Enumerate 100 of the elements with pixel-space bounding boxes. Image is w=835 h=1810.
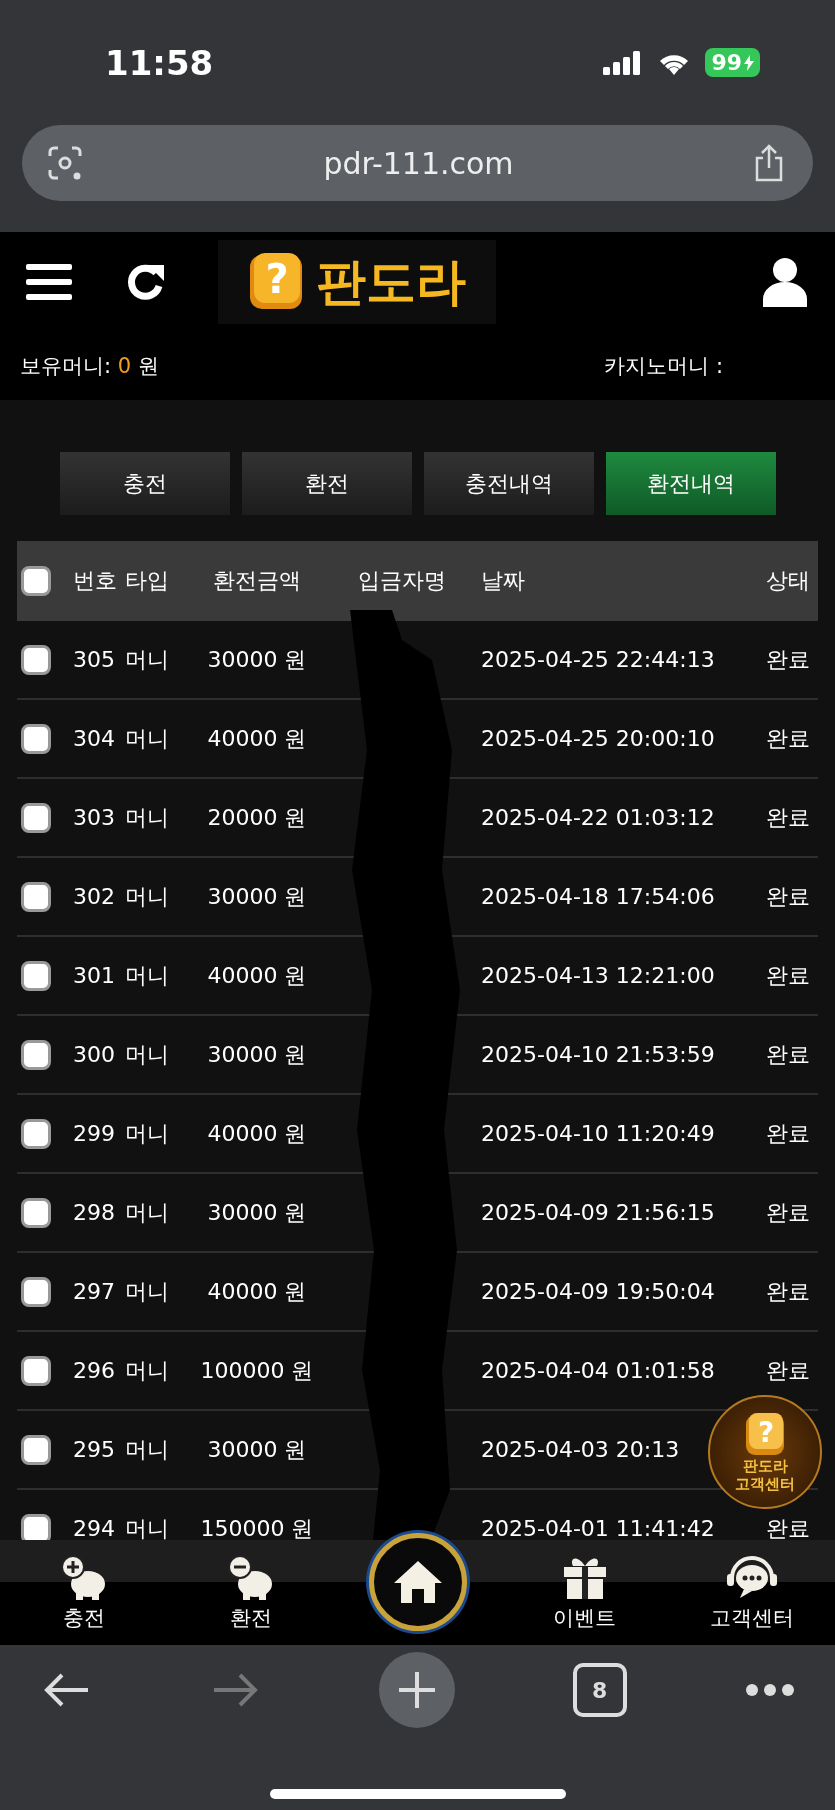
tab[interactable]: 환전내역 xyxy=(606,452,776,515)
battery-indicator: 99 xyxy=(705,48,760,77)
address-bar[interactable]: pdr-111.com xyxy=(22,125,813,201)
table-cell-text: 294 xyxy=(73,1516,116,1540)
nav-item[interactable]: 충전 xyxy=(0,1553,167,1632)
table-cell-text: 머니 xyxy=(125,1040,170,1069)
table-cell-text: 305 xyxy=(73,647,116,672)
table-cell-text: 303 xyxy=(73,805,116,830)
table-cell-text: 100000 원 xyxy=(199,1356,315,1385)
nav-item[interactable]: 이벤트 xyxy=(501,1553,668,1632)
row-checkbox[interactable] xyxy=(21,960,51,991)
headset-chat-icon xyxy=(725,1553,778,1600)
share-icon[interactable] xyxy=(753,144,785,182)
table-cell-text: 완료 xyxy=(765,645,810,674)
table-cell-text: 301 xyxy=(73,963,116,988)
menu-icon[interactable] xyxy=(26,262,72,302)
table-cell-text: 2025-04-25 22:44:13 xyxy=(480,647,716,672)
row-checkbox[interactable] xyxy=(21,802,51,833)
table-cell-text: 완료 xyxy=(765,1514,810,1540)
table-cell-text: 완료 xyxy=(765,1119,810,1148)
table-cell-text: 298 xyxy=(73,1200,116,1225)
more-icon[interactable] xyxy=(745,1683,795,1697)
table-cell-text: 머니 xyxy=(125,882,170,911)
nav-item[interactable]: 환전 xyxy=(167,1553,334,1632)
column-header: 환전금액 xyxy=(212,567,302,595)
column-header: 날짜 xyxy=(480,567,526,595)
casino-money-label: 카지노머니 : xyxy=(604,353,723,380)
row-checkbox[interactable] xyxy=(21,1039,51,1070)
row-checkbox[interactable] xyxy=(21,1355,51,1386)
column-header: 타입 xyxy=(125,567,170,595)
tab[interactable]: 충전내역 xyxy=(424,452,594,515)
table-cell-text: 머니 xyxy=(125,961,170,990)
row-checkbox[interactable] xyxy=(21,723,51,754)
table-cell-text: 머니 xyxy=(125,1198,170,1227)
table-cell-text: 2025-04-09 21:56:15 xyxy=(480,1200,716,1225)
customer-center-button[interactable]: ? 판도라 고객센터 xyxy=(708,1395,822,1509)
table-cell-text: 머니 xyxy=(125,1514,170,1540)
table-cell-text: 완료 xyxy=(765,882,810,911)
table-cell-text: 완료 xyxy=(765,1277,810,1306)
column-header: 번호 xyxy=(73,567,118,595)
status-time: 11:58 xyxy=(105,42,214,83)
table-cell-text: 머니 xyxy=(125,1356,170,1385)
table-cell-text: 머니 xyxy=(125,803,170,832)
user-icon[interactable] xyxy=(761,257,809,307)
row-checkbox[interactable] xyxy=(21,1197,51,1228)
tab-count-button[interactable]: 8 xyxy=(572,1663,627,1717)
table-cell-text: 30000 원 xyxy=(206,645,308,674)
table-cell-text: 30000 원 xyxy=(206,882,308,911)
table-cell-text: 2025-04-04 01:01:58 xyxy=(480,1358,716,1383)
camera-search-icon[interactable] xyxy=(46,144,84,182)
column-header: 입금자명 xyxy=(357,567,447,595)
row-checkbox[interactable] xyxy=(21,1513,51,1540)
table-cell-text: 40000 원 xyxy=(206,724,308,753)
table-cell-text: 완료 xyxy=(765,1040,810,1069)
table-cell-text: 완료 xyxy=(765,803,810,832)
plus-icon xyxy=(396,1670,437,1710)
table-cell-text: 40000 원 xyxy=(206,961,308,990)
table-cell-text: 완료 xyxy=(765,961,810,990)
balance-text: 보유머니: 0 원 xyxy=(20,353,159,380)
table-cell-text: 2025-04-13 12:21:00 xyxy=(480,963,716,988)
table-cell-text: 완료 xyxy=(765,1198,810,1227)
row-checkbox[interactable] xyxy=(21,1118,51,1149)
table-cell-text: 머니 xyxy=(125,1435,170,1464)
table-cell-text: 완료 xyxy=(765,724,810,753)
table-cell-text: 304 xyxy=(73,726,116,751)
table-cell-text: 150000 원 xyxy=(199,1514,315,1540)
table-cell-text: 2025-04-10 21:53:59 xyxy=(480,1042,716,1067)
table-cell-text: 2025-04-01 11:41:42 xyxy=(480,1516,716,1540)
table-cell-text: 30000 원 xyxy=(206,1198,308,1227)
table-cell-text: 40000 원 xyxy=(206,1119,308,1148)
table-cell-text: 2025-04-09 19:50:04 xyxy=(480,1279,716,1304)
table-cell-text: 297 xyxy=(73,1279,116,1304)
table-cell-text: 완료 xyxy=(765,1356,810,1385)
site-logo[interactable]: ? 판도라 xyxy=(218,240,496,324)
row-checkbox[interactable] xyxy=(21,1434,51,1465)
table-cell-text: 40000 원 xyxy=(206,1277,308,1306)
table-cell-text: 머니 xyxy=(125,1119,170,1148)
row-checkbox[interactable] xyxy=(21,881,51,912)
table-cell-text: 2025-04-18 17:54:06 xyxy=(480,884,716,909)
row-checkbox[interactable] xyxy=(21,644,51,675)
table-cell-text: 머니 xyxy=(125,724,170,753)
row-checkbox[interactable] xyxy=(21,1276,51,1307)
table-cell-text: 302 xyxy=(73,884,116,909)
table-cell-text: 2025-04-22 01:03:12 xyxy=(480,805,716,830)
table-cell-text: 30000 원 xyxy=(206,1435,308,1464)
table-cell-text: 296 xyxy=(73,1358,116,1383)
column-header: 상태 xyxy=(765,567,810,595)
nav-item[interactable]: 고객센터 xyxy=(668,1553,835,1632)
table-cell-text: 299 xyxy=(73,1121,116,1146)
table-cell-text: 머니 xyxy=(125,645,170,674)
table-cell-text: 295 xyxy=(73,1437,116,1462)
tab[interactable]: 환전 xyxy=(242,452,412,515)
table-cell-text: 300 xyxy=(73,1042,116,1067)
tab[interactable]: 충전 xyxy=(60,452,230,515)
table-cell-text: 머니 xyxy=(125,1277,170,1306)
table-cell-text: 30000 원 xyxy=(206,1040,308,1069)
select-all-checkbox[interactable] xyxy=(21,566,51,596)
table-cell-text: 2025-04-10 11:20:49 xyxy=(480,1121,716,1146)
table-cell-text: 20000 원 xyxy=(206,803,308,832)
table-cell-text: 2025-04-03 20:13 xyxy=(480,1437,681,1462)
